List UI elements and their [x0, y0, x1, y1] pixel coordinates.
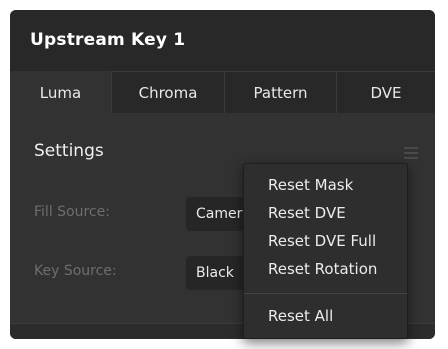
reset-dve-item[interactable]: Reset DVE — [268, 204, 346, 222]
key-type-tabs: Luma Chroma Pattern DVE — [10, 71, 435, 113]
tab-dve-label: DVE — [370, 83, 402, 102]
tab-chroma[interactable]: Chroma — [112, 71, 225, 113]
tab-chroma-label: Chroma — [138, 83, 198, 102]
tab-luma[interactable]: Luma — [10, 71, 112, 113]
panel-header: Upstream Key 1 — [10, 10, 435, 71]
menu-separator — [244, 293, 407, 294]
reset-all-item[interactable]: Reset All — [268, 307, 333, 325]
key-source-label: Key Source: — [34, 263, 117, 279]
reset-mask-item[interactable]: Reset Mask — [268, 176, 353, 194]
reset-rotation-item[interactable]: Reset Rotation — [268, 260, 377, 278]
tab-dve[interactable]: DVE — [337, 71, 435, 113]
settings-title: Settings — [34, 141, 104, 161]
reset-dve-full-item[interactable]: Reset DVE Full — [268, 232, 376, 250]
fill-source-label: Fill Source: — [34, 204, 110, 220]
reset-dropdown-menu: Reset Mask Reset DVE Reset DVE Full Rese… — [243, 163, 408, 339]
hamburger-menu-icon[interactable] — [404, 147, 418, 159]
tab-luma-label: Luma — [39, 83, 82, 102]
panel-title: Upstream Key 1 — [30, 30, 186, 50]
tab-pattern-label: Pattern — [253, 83, 308, 102]
tab-pattern[interactable]: Pattern — [225, 71, 337, 113]
